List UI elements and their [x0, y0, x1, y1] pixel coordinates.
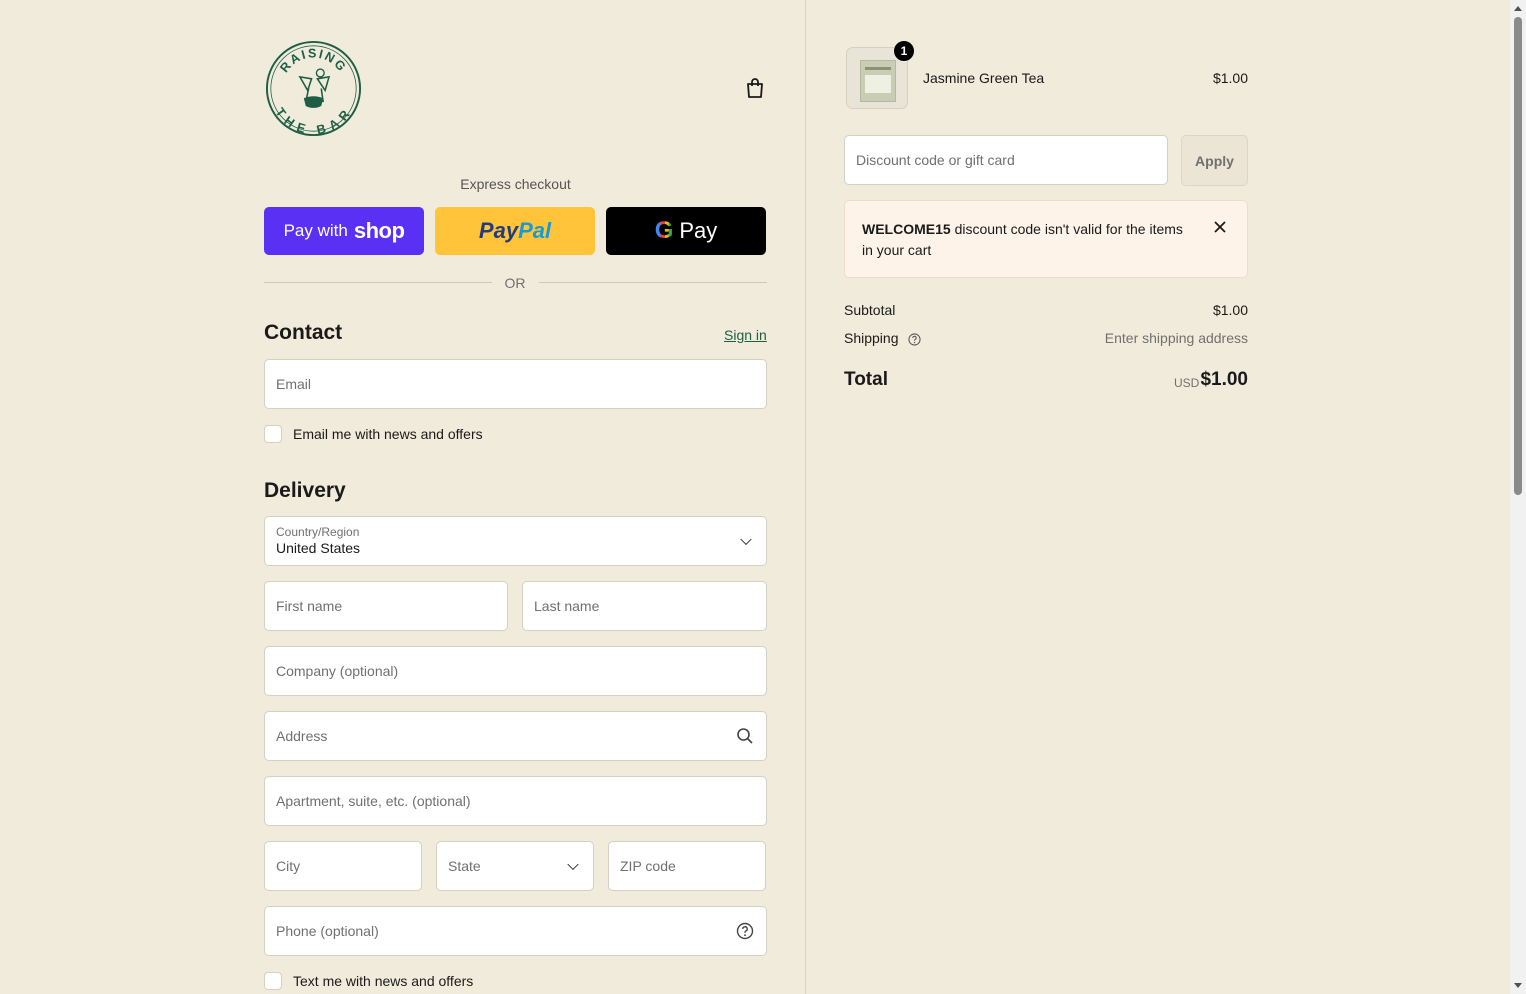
help-circle-icon[interactable]	[736, 922, 754, 940]
tea-package-image	[860, 60, 896, 102]
total-label: Total	[844, 369, 888, 390]
email-input[interactable]	[276, 376, 755, 392]
product-name: Jasmine Green Tea	[923, 70, 1045, 86]
discount-error-notice: WELCOME15 discount code isn't valid for …	[844, 200, 1248, 278]
product-price: $1.00	[1212, 70, 1248, 86]
google-pay-label: Pay	[679, 218, 718, 243]
chevron-down-icon	[740, 533, 752, 546]
address-input[interactable]	[276, 728, 755, 744]
chevron-down-icon	[567, 858, 579, 871]
shopping-bag-icon[interactable]	[743, 76, 767, 100]
or-divider-right	[539, 282, 767, 283]
total-currency: USD	[1174, 376, 1200, 390]
or-divider-label: OR	[504, 275, 526, 291]
search-icon[interactable]	[736, 727, 754, 745]
zip-input[interactable]	[620, 858, 754, 874]
email-field[interactable]	[264, 359, 767, 409]
sign-in-link[interactable]: Sign in	[724, 327, 767, 343]
shop-pay-button[interactable]: Pay with shop	[264, 207, 424, 255]
shipping-value: Enter shipping address	[1104, 330, 1248, 346]
google-g-icon: G	[654, 217, 674, 244]
help-circle-icon[interactable]	[908, 333, 921, 346]
apartment-input[interactable]	[276, 793, 755, 809]
email-news-checkbox[interactable]	[264, 425, 282, 443]
apartment-field[interactable]	[264, 776, 767, 826]
discount-input[interactable]	[856, 152, 1156, 168]
scroll-up-arrow-icon[interactable]	[1514, 6, 1522, 11]
discount-field[interactable]	[844, 135, 1168, 185]
shipping-label-row: Shipping	[844, 330, 921, 346]
sms-news-checkbox-row[interactable]: Text me with news and offers	[264, 972, 473, 990]
shop-pay-wordmark: shop	[353, 218, 405, 243]
email-news-label: Email me with news and offers	[293, 426, 483, 442]
state-placeholder: State	[448, 858, 481, 874]
total-value: $1.00	[1200, 369, 1248, 390]
apply-button[interactable]: Apply	[1181, 135, 1248, 186]
address-field[interactable]	[264, 711, 767, 761]
city-field[interactable]	[264, 841, 422, 891]
email-news-checkbox-row[interactable]: Email me with news and offers	[264, 425, 483, 443]
svg-text:RAISING: RAISING	[277, 46, 349, 75]
country-select[interactable]: Country/Region United States	[264, 516, 767, 566]
country-value: United States	[276, 540, 361, 556]
scrollbar-thumb[interactable]	[1514, 17, 1522, 495]
paypal-wordmark-part1: Pay	[478, 218, 519, 243]
phone-input[interactable]	[276, 923, 755, 939]
state-select[interactable]: State	[436, 841, 594, 891]
or-divider-left	[264, 282, 492, 283]
express-checkout-title: Express checkout	[460, 176, 571, 192]
phone-field[interactable]	[264, 906, 767, 956]
sms-news-label: Text me with news and offers	[293, 973, 474, 989]
city-input[interactable]	[276, 858, 410, 874]
scroll-down-arrow-icon[interactable]	[1514, 983, 1522, 988]
company-input[interactable]	[276, 663, 755, 679]
first-name-field[interactable]	[264, 581, 508, 631]
svg-text:THE BAR: THE BAR	[273, 105, 355, 137]
checkout-form-panel: RAISING THE BAR Express checkout Pay wit…	[0, 0, 805, 994]
zip-field[interactable]	[608, 841, 766, 891]
shipping-label: Shipping	[844, 330, 899, 346]
last-name-input[interactable]	[534, 598, 755, 614]
delivery-heading: Delivery	[264, 479, 346, 502]
sms-news-checkbox[interactable]	[264, 972, 282, 990]
contact-heading: Contact	[264, 321, 343, 344]
close-icon[interactable]	[1212, 219, 1228, 235]
shop-pay-prefix: Pay with	[283, 221, 348, 240]
country-label: Country/Region	[276, 525, 360, 539]
google-pay-button[interactable]: G Pay	[606, 207, 766, 255]
first-name-input[interactable]	[276, 598, 496, 614]
last-name-field[interactable]	[522, 581, 767, 631]
subtotal-value: $1.00	[1212, 302, 1248, 318]
raising-the-bar-logo[interactable]: RAISING THE BAR	[265, 40, 362, 137]
notice-code: WELCOME15	[862, 221, 951, 237]
paypal-wordmark-part2: Pal	[518, 218, 552, 243]
quantity-badge: 1	[893, 40, 915, 62]
company-field[interactable]	[264, 646, 767, 696]
scrollbar[interactable]	[1510, 0, 1526, 994]
paypal-button[interactable]: Pay Pal	[435, 207, 595, 255]
logo-bottom-text: THE BAR	[273, 105, 352, 137]
logo-top-text: RAISING	[277, 46, 347, 75]
subtotal-label: Subtotal	[844, 302, 896, 318]
